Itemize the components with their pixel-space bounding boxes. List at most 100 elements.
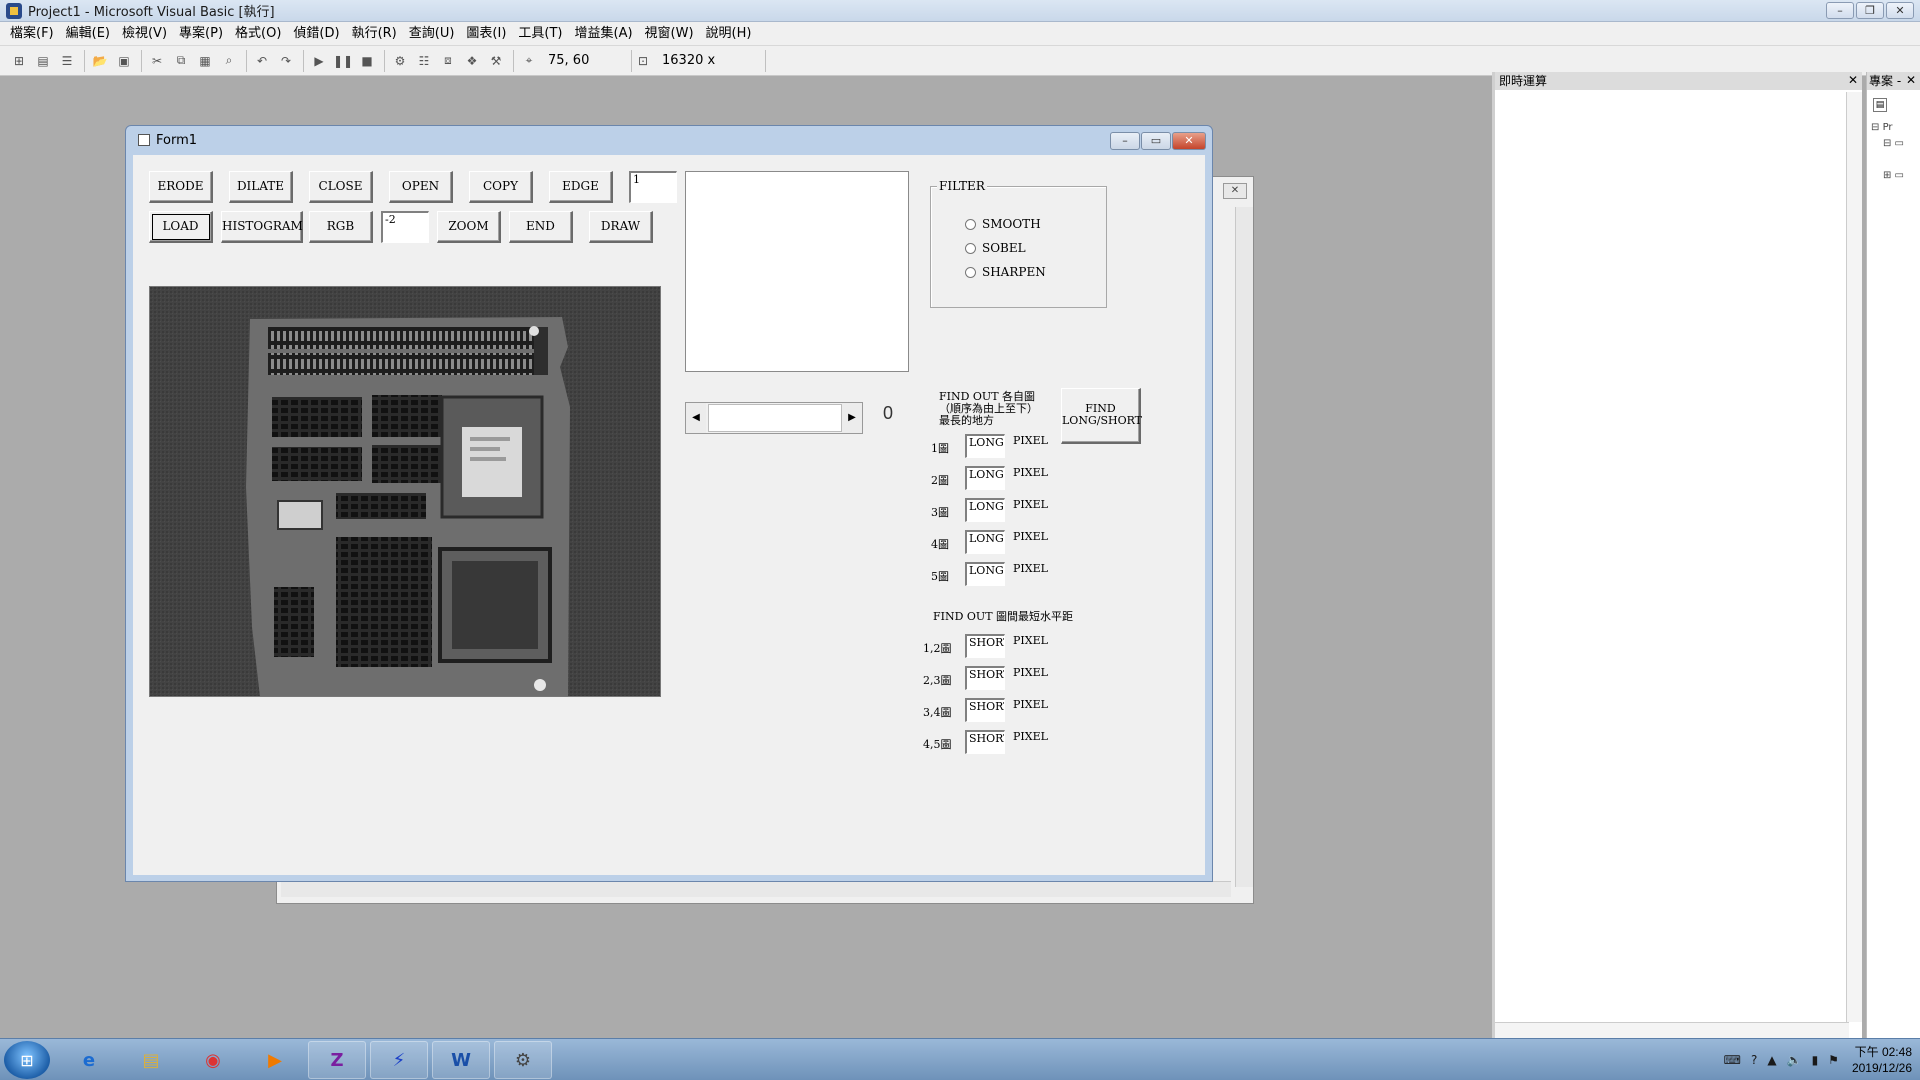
properties-icon[interactable]: ☷ xyxy=(413,50,435,72)
sobel-radio[interactable]: SOBEL xyxy=(965,241,1026,255)
menu-query[interactable]: 查詢(U) xyxy=(403,22,461,46)
object-browser-icon[interactable]: ❖ xyxy=(461,50,483,72)
visual-basic-task-icon[interactable]: ⚙ xyxy=(494,1041,552,1079)
menu-file[interactable]: 檔案(F) xyxy=(4,22,60,46)
chrome-icon[interactable]: ◉ xyxy=(184,1041,242,1079)
parameter-textbox-1[interactable]: 1 xyxy=(629,171,677,203)
short-row-4-textbox[interactable]: SHORT xyxy=(965,730,1005,754)
histogram-button[interactable]: HISTOGRAM xyxy=(221,211,303,243)
sharpen-radio[interactable]: SHARPEN xyxy=(965,265,1046,279)
add-project-icon[interactable]: ⊞ xyxy=(8,50,30,72)
copy-button[interactable]: COPY xyxy=(469,171,533,203)
scroll-left-icon[interactable]: ◀ xyxy=(686,403,706,433)
redo-icon[interactable]: ↷ xyxy=(275,50,297,72)
app-lightning-icon[interactable]: ⚡ xyxy=(370,1041,428,1079)
output-picturebox[interactable] xyxy=(685,171,909,372)
save-icon[interactable]: ▣ xyxy=(113,50,135,72)
erode-button[interactable]: ERODE xyxy=(149,171,213,203)
menu-help[interactable]: 說明(H) xyxy=(700,22,758,46)
menu-format[interactable]: 格式(O) xyxy=(229,22,287,46)
network-icon[interactable]: ▮ xyxy=(1812,1053,1819,1067)
media-player-icon[interactable]: ▶ xyxy=(246,1041,304,1079)
long-row-4-textbox[interactable]: LONG xyxy=(965,530,1005,554)
scroll-thumb[interactable] xyxy=(708,404,842,432)
toolbox-icon[interactable]: ⚒ xyxy=(485,50,507,72)
folder-icon[interactable]: ⊟ ▭ xyxy=(1883,138,1904,149)
code-window-vertical-scrollbar[interactable] xyxy=(1235,207,1253,887)
close-op-button[interactable]: CLOSE xyxy=(309,171,373,203)
immediate-horizontal-scrollbar[interactable] xyxy=(1495,1022,1849,1038)
edge-button[interactable]: EDGE xyxy=(549,171,613,203)
smooth-radio[interactable]: SMOOTH xyxy=(965,217,1041,231)
rgb-button[interactable]: RGB xyxy=(309,211,373,243)
view-code-icon[interactable]: ▤ xyxy=(1873,98,1887,112)
form1-close-button[interactable]: ✕ xyxy=(1172,132,1206,150)
short-row-2-textbox[interactable]: SHORT xyxy=(965,666,1005,690)
restore-button[interactable]: ❐ xyxy=(1856,2,1884,19)
radio-circle-icon[interactable] xyxy=(965,218,976,230)
immediate-vertical-scrollbar[interactable] xyxy=(1846,92,1862,1022)
code-window-close-icon[interactable]: ✕ xyxy=(1223,183,1247,199)
load-button[interactable]: LOAD xyxy=(149,211,213,243)
project-explorer-icon[interactable]: ⚙ xyxy=(389,50,411,72)
dilate-button[interactable]: DILATE xyxy=(229,171,293,203)
help-icon[interactable]: ? xyxy=(1751,1053,1757,1067)
copy-icon[interactable]: ⧉ xyxy=(170,50,192,72)
form1-minimize-button[interactable]: – xyxy=(1110,132,1140,150)
scroll-right-icon[interactable]: ▶ xyxy=(842,403,862,433)
menu-edit[interactable]: 編輯(E) xyxy=(60,22,116,46)
folder-icon[interactable]: ⊞ ▭ xyxy=(1883,170,1904,181)
parameter-textbox-2[interactable]: -2 xyxy=(381,211,429,243)
menu-diagram[interactable]: 圖表(I) xyxy=(460,22,512,46)
minimize-button[interactable]: – xyxy=(1826,2,1854,19)
menu-window[interactable]: 視窗(W) xyxy=(639,22,700,46)
long-row-3-textbox[interactable]: LONG xyxy=(965,498,1005,522)
file-explorer-icon[interactable]: ▤ xyxy=(122,1041,180,1079)
cut-icon[interactable]: ✂ xyxy=(146,50,168,72)
flag-icon[interactable]: ⚑ xyxy=(1828,1053,1839,1067)
short-row-3-textbox[interactable]: SHORT xyxy=(965,698,1005,722)
open-op-button[interactable]: OPEN xyxy=(389,171,453,203)
menu-view[interactable]: 檢視(V) xyxy=(116,22,173,46)
clock[interactable]: 下午 02:48 2019/12/26 xyxy=(1852,1044,1912,1076)
form1-maximize-button[interactable]: ▭ xyxy=(1141,132,1171,150)
tray-arrow-icon[interactable]: ▲ xyxy=(1767,1053,1776,1067)
project-tree-root[interactable]: ⊟ Pr xyxy=(1871,122,1893,133)
end-button[interactable]: END xyxy=(509,211,573,243)
long-row-2-textbox[interactable]: LONG xyxy=(965,466,1005,490)
open-icon[interactable]: 📂 xyxy=(89,50,111,72)
menu-editor-icon[interactable]: ☰ xyxy=(56,50,78,72)
immediate-close-icon[interactable]: ✕ xyxy=(1846,73,1860,87)
code-window-horizontal-scrollbar[interactable] xyxy=(281,881,1231,897)
draw-button[interactable]: DRAW xyxy=(589,211,653,243)
close-button[interactable]: ✕ xyxy=(1886,2,1914,19)
paste-icon[interactable]: ▦ xyxy=(194,50,216,72)
menu-debug[interactable]: 偵錯(D) xyxy=(287,22,345,46)
image-picturebox[interactable] xyxy=(149,286,661,697)
menu-project[interactable]: 專案(P) xyxy=(173,22,229,46)
menu-run[interactable]: 執行(R) xyxy=(346,22,403,46)
menu-tools[interactable]: 工具(T) xyxy=(512,22,568,46)
find-icon[interactable]: ⌕ xyxy=(218,50,240,72)
stop-icon[interactable]: ■ xyxy=(356,50,378,72)
break-icon[interactable]: ❚❚ xyxy=(332,50,354,72)
menu-addins[interactable]: 增益集(A) xyxy=(569,22,639,46)
short-row-1-textbox[interactable]: SHORT xyxy=(965,634,1005,658)
keyboard-icon[interactable]: ⌨ xyxy=(1724,1053,1741,1067)
form-layout-icon[interactable]: ⧈ xyxy=(437,50,459,72)
volume-icon[interactable]: 🔈 xyxy=(1787,1053,1802,1067)
long-row-1-textbox[interactable]: LONG xyxy=(965,434,1005,458)
long-row-5-textbox[interactable]: LONG xyxy=(965,562,1005,586)
add-form-icon[interactable]: ▤ xyxy=(32,50,54,72)
zoom-button[interactable]: ZOOM xyxy=(437,211,501,243)
zoom-scrollbar[interactable]: ◀ ▶ xyxy=(685,402,863,434)
start-icon[interactable]: ▶ xyxy=(308,50,330,72)
radio-circle-icon[interactable] xyxy=(965,266,976,278)
start-button[interactable]: ⊞ xyxy=(4,1041,50,1079)
word-icon[interactable]: W xyxy=(432,1041,490,1079)
find-long-short-button[interactable]: FIND LONG/SHORT xyxy=(1061,388,1142,444)
internet-explorer-icon[interactable]: e xyxy=(60,1041,118,1079)
undo-icon[interactable]: ↶ xyxy=(251,50,273,72)
app-z-icon[interactable]: Z xyxy=(308,1041,366,1079)
radio-circle-icon[interactable] xyxy=(965,242,976,254)
